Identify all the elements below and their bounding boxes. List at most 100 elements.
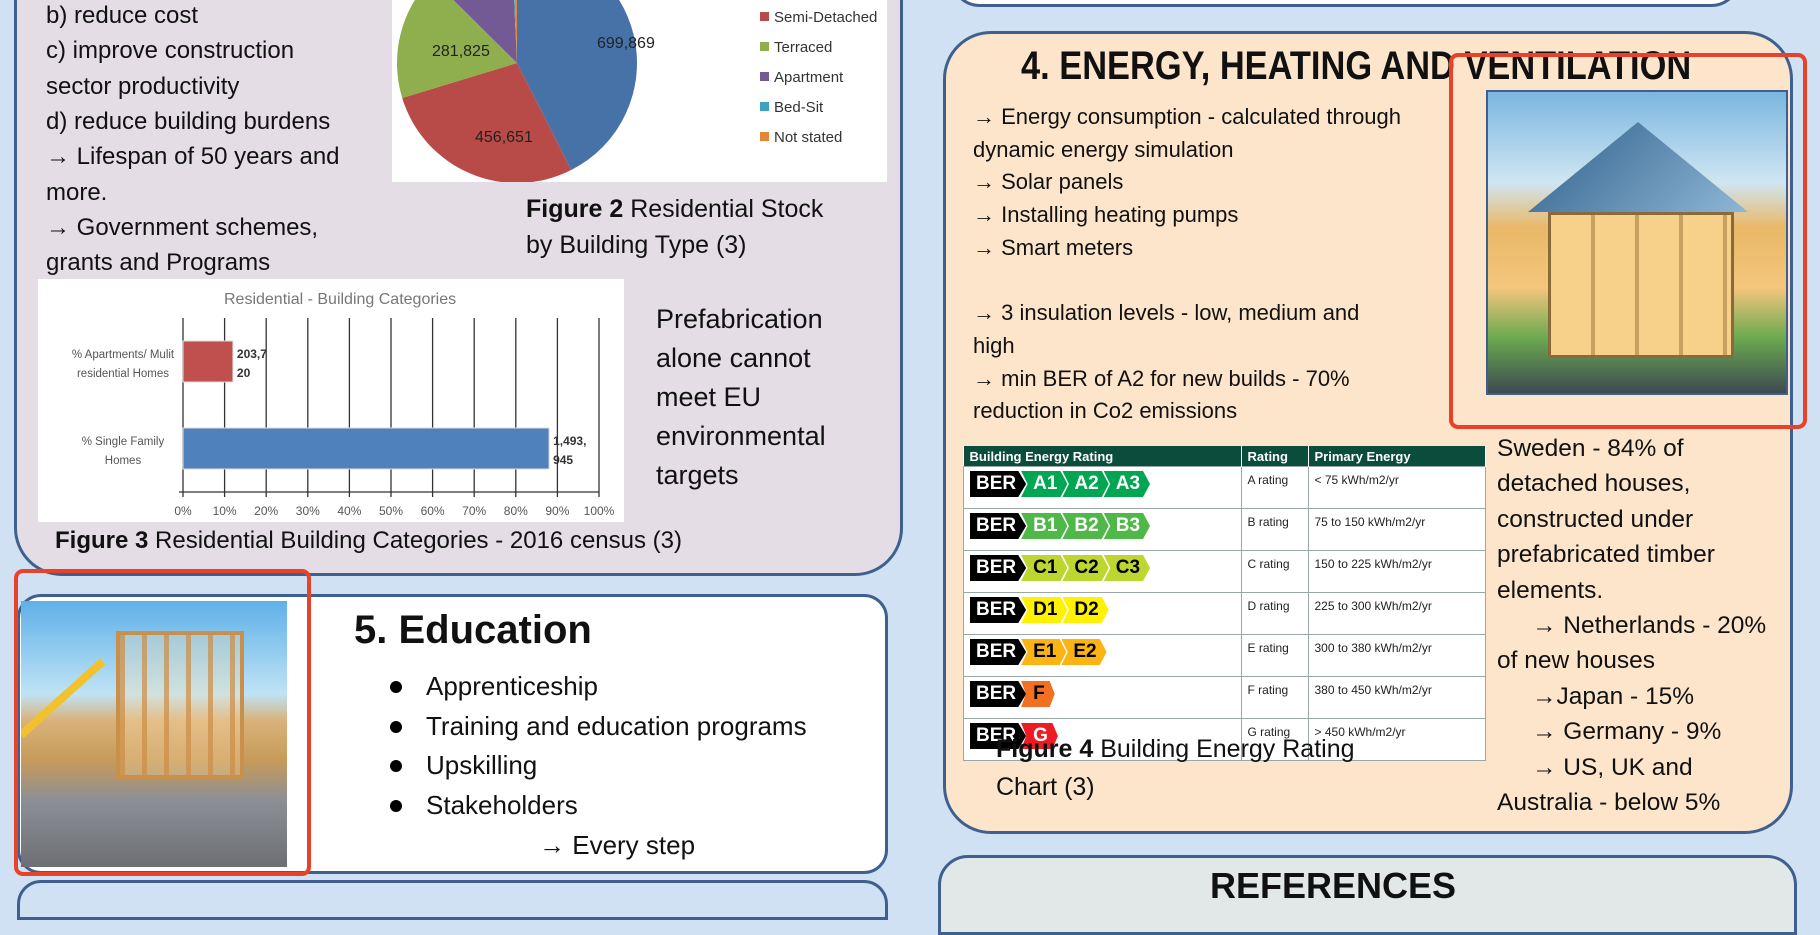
bar (182, 427, 550, 470)
ber-badge-cell: BER F (963, 676, 1242, 719)
ber-grade-chip: C1 (1021, 555, 1068, 581)
ber-badge: BER A1 A2 A3 (970, 471, 1235, 497)
x-tick-label: 20% (254, 504, 278, 518)
x-tick-label: 60% (421, 504, 445, 518)
left-text-line: d) reduce building burdens (46, 107, 331, 135)
prefab-text-line: environmental (656, 421, 826, 451)
bullet-icon (390, 720, 402, 733)
bar-chart-figure: Residential - Building Categories 0% 10% 20… (38, 279, 624, 522)
ber-badge-cell: BER A1 A2 A3 (963, 466, 1242, 509)
caption-text: Residential Stock (623, 195, 824, 223)
legend-swatch (760, 102, 769, 111)
ber-badge-cell: BER B1 B2 B3 (963, 508, 1242, 551)
ber-label: BER (970, 555, 1027, 581)
education-bullet: Training and education programs (426, 710, 807, 741)
bullet-icon (390, 681, 402, 693)
ber-row: BER D1 D2 D rating 225 to 300 kWh/m2/yr (963, 592, 1486, 635)
figure4-caption-line2: Chart (3) (996, 773, 1095, 801)
ber-table: Building Energy Rating Rating Primary En… (963, 446, 1486, 761)
education-title: 5. Education (354, 608, 592, 652)
category-label: Homes (105, 455, 142, 467)
stats-text-line: Sweden - 84% of (1497, 435, 1684, 462)
ber-grade-chip: F (1021, 681, 1055, 707)
left-text-line: grants and Programs (46, 249, 271, 277)
stats-text-line: → Netherlands - 20% (1532, 612, 1767, 639)
legend-entry: Bed-Sit (774, 99, 824, 116)
ber-grade-chip: A3 (1103, 471, 1151, 497)
highlight-box-house-image (1449, 53, 1807, 429)
left-text-line: → Government schemes, (46, 213, 319, 241)
ber-grade-chip: C3 (1103, 555, 1151, 581)
left-text-line: → Lifespan of 50 years and (46, 143, 340, 171)
legend-swatch (760, 42, 769, 51)
figure2-caption-line2: by Building Type (3) (526, 231, 747, 259)
ber-grade-chip: D1 (1021, 597, 1068, 623)
legend-swatch (760, 72, 769, 81)
energy-text-line: → Solar panels (973, 169, 1124, 195)
x-tick-label: 0% (174, 504, 192, 518)
ber-badge: BER E1 E2 (970, 639, 1235, 665)
ber-rating-cell: C rating (1240, 550, 1309, 593)
ber-header-rating: Rating (1241, 446, 1309, 467)
x-tick-label: 80% (504, 504, 528, 518)
energy-text-line: → Smart meters (973, 234, 1134, 260)
pie-data-label: 456,651 (475, 129, 533, 146)
bar-data-label: 203,7 (237, 347, 267, 361)
stats-text-line: detached houses, (1497, 470, 1691, 498)
highlight-box-education-image (14, 569, 311, 876)
prefab-text-line: alone cannot (656, 343, 811, 373)
bullet-icon (390, 799, 402, 812)
education-bullet: Stakeholders (426, 789, 578, 820)
x-tick-label: 90% (545, 504, 569, 518)
ber-rating-cell: E rating (1240, 634, 1309, 677)
stats-text-line: → US, UK and (1532, 753, 1693, 781)
figure4-caption: Figure 4 Building Energy Rating (996, 737, 1355, 762)
energy-text-line: → min BER of A2 for new builds - 70% (973, 365, 1350, 391)
legend-entry: Semi-Detached (774, 9, 877, 26)
x-tick-label: 10% (213, 504, 237, 518)
ber-rating-cell: D rating (1240, 592, 1309, 635)
ber-grade-chip: A2 (1062, 471, 1109, 497)
ber-label: BER (970, 513, 1027, 539)
ber-grade-chip: B2 (1062, 513, 1109, 539)
pie-data-label: 281,825 (432, 43, 490, 60)
stats-text-line: → Germany - 9% (1532, 718, 1722, 746)
ber-row: BER C1 C2 C3 C rating 150 to 225 kWh/m2/yr (963, 550, 1486, 593)
ber-label: BER (970, 597, 1027, 623)
caption-label: Figure 4 (996, 735, 1094, 763)
ber-grade-chip: B1 (1021, 513, 1068, 539)
bar (182, 340, 234, 383)
stats-text-line: →Japan - 15% (1532, 682, 1695, 710)
ber-energy-cell: 75 to 150 kWh/m2/yr (1307, 508, 1486, 551)
caption-label: Figure 2 (526, 195, 624, 223)
ber-badge: BER D1 D2 (970, 597, 1235, 623)
bar-chart: Residential - Building Categories 0% 10% 20… (72, 291, 615, 518)
category-label: % Apartments/ Mulit (72, 349, 175, 361)
bar-data-label: 20 (237, 366, 251, 380)
legend-entry: Not stated (774, 129, 842, 146)
ber-grade-chip: E2 (1061, 639, 1107, 665)
energy-text-line: high (973, 332, 1015, 358)
ber-row: BER A1 A2 A3 A rating < 75 kWh/m2/yr (963, 466, 1486, 509)
stats-text-line: of new houses (1497, 647, 1655, 675)
caption-text: Residential Building Categories - 2016 c… (148, 527, 682, 554)
education-sub: → Every step (539, 830, 696, 860)
ber-badge-cell: BER D1 D2 (963, 592, 1242, 635)
ber-label: BER (970, 681, 1027, 707)
x-tick-label: 70% (462, 504, 486, 518)
references-title: REFERENCES (1210, 865, 1457, 906)
ber-badge: BER C1 C2 C3 (970, 555, 1235, 581)
caption-label: Figure 3 (55, 527, 149, 554)
bottom-left-panel (17, 880, 888, 920)
ber-energy-cell: 380 to 450 kWh/m2/yr (1307, 676, 1486, 719)
ber-energy-cell: < 75 kWh/m2/yr (1307, 466, 1486, 509)
pie-data-label: 699,869 (597, 35, 655, 52)
energy-text-line: → Energy consumption - calculated throug… (973, 104, 1402, 129)
top-right-panel (950, 0, 1741, 7)
ber-grade-chip: E1 (1021, 639, 1067, 665)
prefab-text-line: targets (656, 460, 739, 490)
ber-rating-cell: B rating (1240, 508, 1309, 551)
education-bullet: Upskilling (426, 750, 538, 780)
ber-energy-cell: 300 to 380 kWh/m2/yr (1307, 634, 1486, 677)
ber-energy-cell: 225 to 300 kWh/m2/yr (1307, 592, 1486, 635)
